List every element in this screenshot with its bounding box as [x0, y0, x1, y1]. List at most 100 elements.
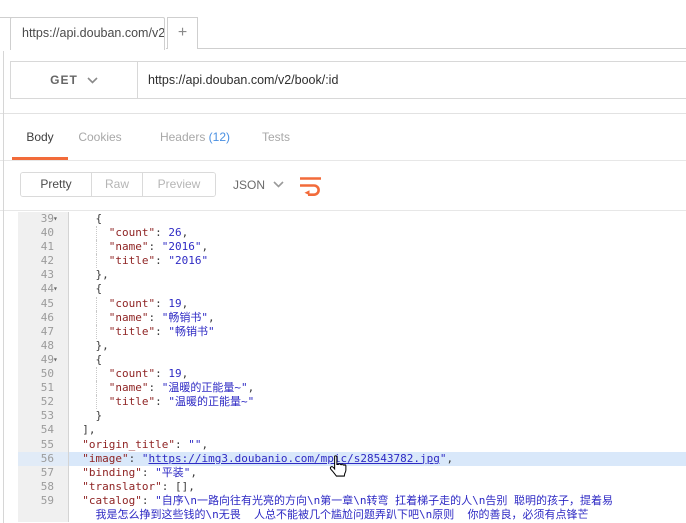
- response-toolbar: Pretty Raw Preview JSON: [0, 161, 686, 210]
- code-token: [69, 409, 96, 422]
- tab-body-label: Body: [26, 130, 53, 144]
- line-gutter: 53: [0, 409, 69, 423]
- code-token: [69, 438, 82, 451]
- app-window: https://api.douban.com/v2 + GET https://…: [0, 0, 686, 523]
- code-token: "": [188, 438, 201, 451]
- line-number: 45: [18, 297, 69, 311]
- view-preview[interactable]: Preview: [142, 173, 215, 196]
- code-text: },: [69, 339, 686, 353]
- code-token: "binding": [82, 466, 142, 479]
- code-token: :: [155, 297, 168, 310]
- request-builder: GET https://api.douban.com/v2/book/:id: [10, 61, 686, 99]
- code-token: ,: [208, 311, 215, 324]
- code-token: :: [155, 254, 168, 267]
- line-number: 42: [18, 254, 69, 268]
- view-pretty[interactable]: Pretty: [21, 173, 91, 196]
- tabstrip-bottom-border: [166, 48, 686, 49]
- code-token: "name": [109, 240, 149, 253]
- line-gutter: 51: [0, 381, 69, 395]
- line-number: 53: [18, 409, 69, 423]
- code-token: "count": [109, 226, 155, 239]
- code-token: [69, 353, 96, 366]
- code-line: 50 "count": 19,: [0, 367, 686, 381]
- code-line: 48 },: [0, 339, 686, 353]
- response-tabs: Body Cookies Headers (12) Tests: [0, 114, 686, 160]
- code-token: :: [149, 240, 162, 253]
- format-selector[interactable]: JSON: [233, 172, 284, 197]
- code-line: 40 "count": 26,: [0, 226, 686, 240]
- code-token: 我是怎么挣到这些钱的\n无畏 人总不能被几个尴尬问题弄趴下吧\n原则 你的善良，…: [96, 508, 589, 521]
- line-gutter: 52: [0, 395, 69, 409]
- code-text: "title": "2016": [69, 254, 686, 268]
- new-tab-button[interactable]: +: [167, 17, 198, 49]
- code-token: "name": [109, 381, 149, 394]
- code-line: 53 }: [0, 409, 686, 423]
- method-label: GET: [50, 73, 78, 87]
- code-token: ": [440, 452, 447, 465]
- code-line: 59 "catalog": "自序\n一路向往有光亮的方向\n第一章\n转弯 扛…: [0, 494, 686, 508]
- indent-guide: [96, 325, 97, 339]
- code-token: "title": [109, 254, 155, 267]
- line-number: 39: [18, 212, 69, 226]
- code-token: "自序\n一路向往有光亮的方向\n第一章\n转弯 扛着梯子走的人\n告别 聪明的…: [155, 494, 613, 507]
- code-token: "image": [82, 452, 128, 465]
- tab-body[interactable]: Body: [12, 114, 68, 160]
- line-number: 52: [18, 395, 69, 409]
- method-selector[interactable]: GET: [11, 62, 138, 98]
- code-token: },: [96, 268, 109, 281]
- image-url-link[interactable]: https://img3.doubanio.com/mpic/s28543782…: [148, 452, 439, 465]
- code-token: ,: [182, 226, 189, 239]
- line-number: 55: [18, 438, 69, 452]
- fold-arrow-icon[interactable]: ▾: [53, 212, 58, 226]
- code-token: :: [142, 494, 155, 507]
- wrap-text-icon[interactable]: [299, 175, 323, 201]
- headers-count-badge: (12): [209, 130, 230, 144]
- fold-arrow-icon[interactable]: ▾: [53, 282, 58, 296]
- tab-headers[interactable]: Headers (12): [147, 114, 243, 160]
- line-number: 51: [18, 381, 69, 395]
- code-token: [69, 494, 82, 507]
- fold-arrow-icon[interactable]: ▾: [53, 353, 58, 367]
- url-input[interactable]: https://api.douban.com/v2/book/:id: [138, 62, 686, 98]
- tab-headers-label: Headers: [160, 130, 205, 144]
- code-token: ,: [182, 367, 189, 380]
- view-raw[interactable]: Raw: [91, 173, 142, 196]
- code-token: [69, 268, 96, 281]
- line-number: 54: [18, 423, 69, 437]
- code-token: :: [155, 395, 168, 408]
- code-text: "count": 19,: [69, 297, 686, 311]
- line-gutter: 45: [0, 297, 69, 311]
- code-text: "count": 26,: [69, 226, 686, 240]
- code-line: 55 "origin_title": "",: [0, 438, 686, 452]
- code-token: "origin_title": [82, 438, 175, 451]
- code-line: 49▾ {: [0, 353, 686, 367]
- code-token: "count": [109, 297, 155, 310]
- line-number: 59: [18, 494, 69, 508]
- tab-tests[interactable]: Tests: [254, 114, 298, 160]
- code-token: ,: [202, 240, 209, 253]
- line-number: 48: [18, 339, 69, 353]
- request-tab[interactable]: https://api.douban.com/v2: [10, 17, 165, 50]
- tab-cookies[interactable]: Cookies: [72, 114, 128, 160]
- code-token: :: [129, 452, 142, 465]
- code-token: [69, 381, 109, 394]
- line-gutter: 39▾: [0, 212, 69, 226]
- code-token: "title": [109, 325, 155, 338]
- code-line: 52 "title": "温暖的正能量~": [0, 395, 686, 409]
- code-token: :: [175, 438, 188, 451]
- indent-guide: [96, 367, 97, 381]
- code-line: 45 "count": 19,: [0, 297, 686, 311]
- code-token: }: [96, 409, 103, 422]
- line-number: [18, 508, 69, 522]
- code-token: [69, 282, 96, 295]
- code-token: :: [162, 480, 175, 493]
- code-line: 39▾ {: [0, 212, 686, 226]
- line-number: 44: [18, 282, 69, 296]
- code-text: {: [69, 212, 686, 226]
- code-token: "2016": [162, 240, 202, 253]
- code-text: "origin_title": "",: [69, 438, 686, 452]
- code-token: [69, 240, 109, 253]
- code-token: [69, 480, 82, 493]
- code-token: [69, 339, 96, 352]
- code-text: "name": "温暖的正能量~",: [69, 381, 686, 395]
